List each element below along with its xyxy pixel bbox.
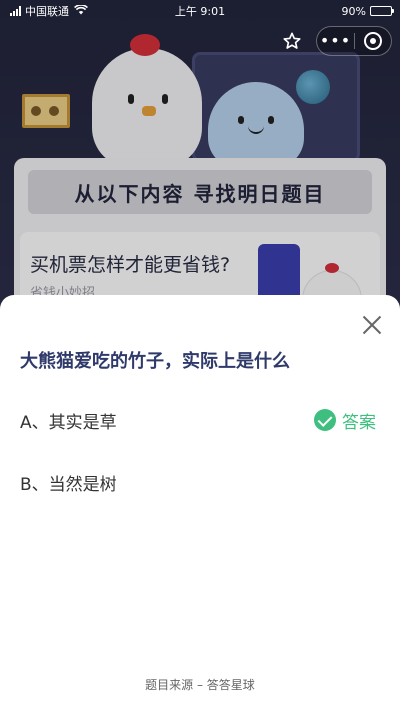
status-bar: 中国联通 上午 9:01 90% [0, 0, 400, 22]
battery-percent: 90% [341, 4, 366, 18]
answer-badge: 答案 [314, 407, 376, 433]
mini-program-capsule: ••• [316, 26, 392, 56]
status-time: 上午 9:01 [174, 5, 226, 18]
question-source: 题目来源 – 答答星球 [145, 678, 255, 692]
more-button[interactable]: ••• [317, 27, 354, 55]
star-icon[interactable] [276, 27, 308, 55]
check-circle-icon [314, 409, 336, 431]
close-circle-icon [363, 32, 382, 50]
quiz-question: 大熊猫爱吃的竹子，实际上是什么 [20, 351, 290, 372]
battery-icon [370, 6, 394, 16]
exit-button[interactable] [355, 31, 391, 51]
close-icon[interactable] [360, 313, 384, 337]
answer-label: 答案 [342, 412, 376, 433]
option-b[interactable]: B、当然是树 [20, 467, 380, 497]
